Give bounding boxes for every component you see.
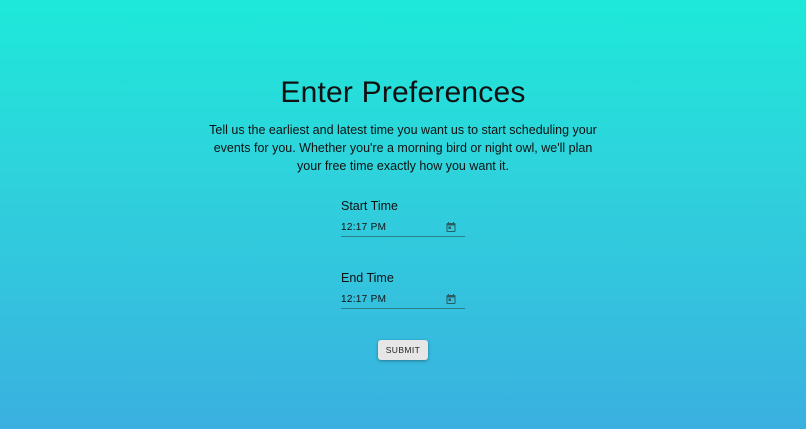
submit-button[interactable]: SUBMIT [378,340,428,360]
end-time-input[interactable]: 12:17 PM [341,292,465,309]
calendar-icon[interactable] [445,293,457,305]
start-time-field: Start Time 12:17 PM [341,199,465,237]
page-description: Tell us the earliest and latest time you… [209,123,597,173]
page-title: Enter Preferences [280,76,526,109]
preferences-page: Enter Preferences Tell us the earliest a… [0,0,806,429]
end-time-value[interactable]: 12:17 PM [341,294,386,305]
end-time-field: End Time 12:17 PM [341,271,465,309]
start-time-value[interactable]: 12:17 PM [341,222,386,233]
end-time-label: End Time [341,271,394,285]
start-time-label: Start Time [341,199,398,213]
calendar-icon[interactable] [445,221,457,233]
start-time-input[interactable]: 12:17 PM [341,220,465,237]
